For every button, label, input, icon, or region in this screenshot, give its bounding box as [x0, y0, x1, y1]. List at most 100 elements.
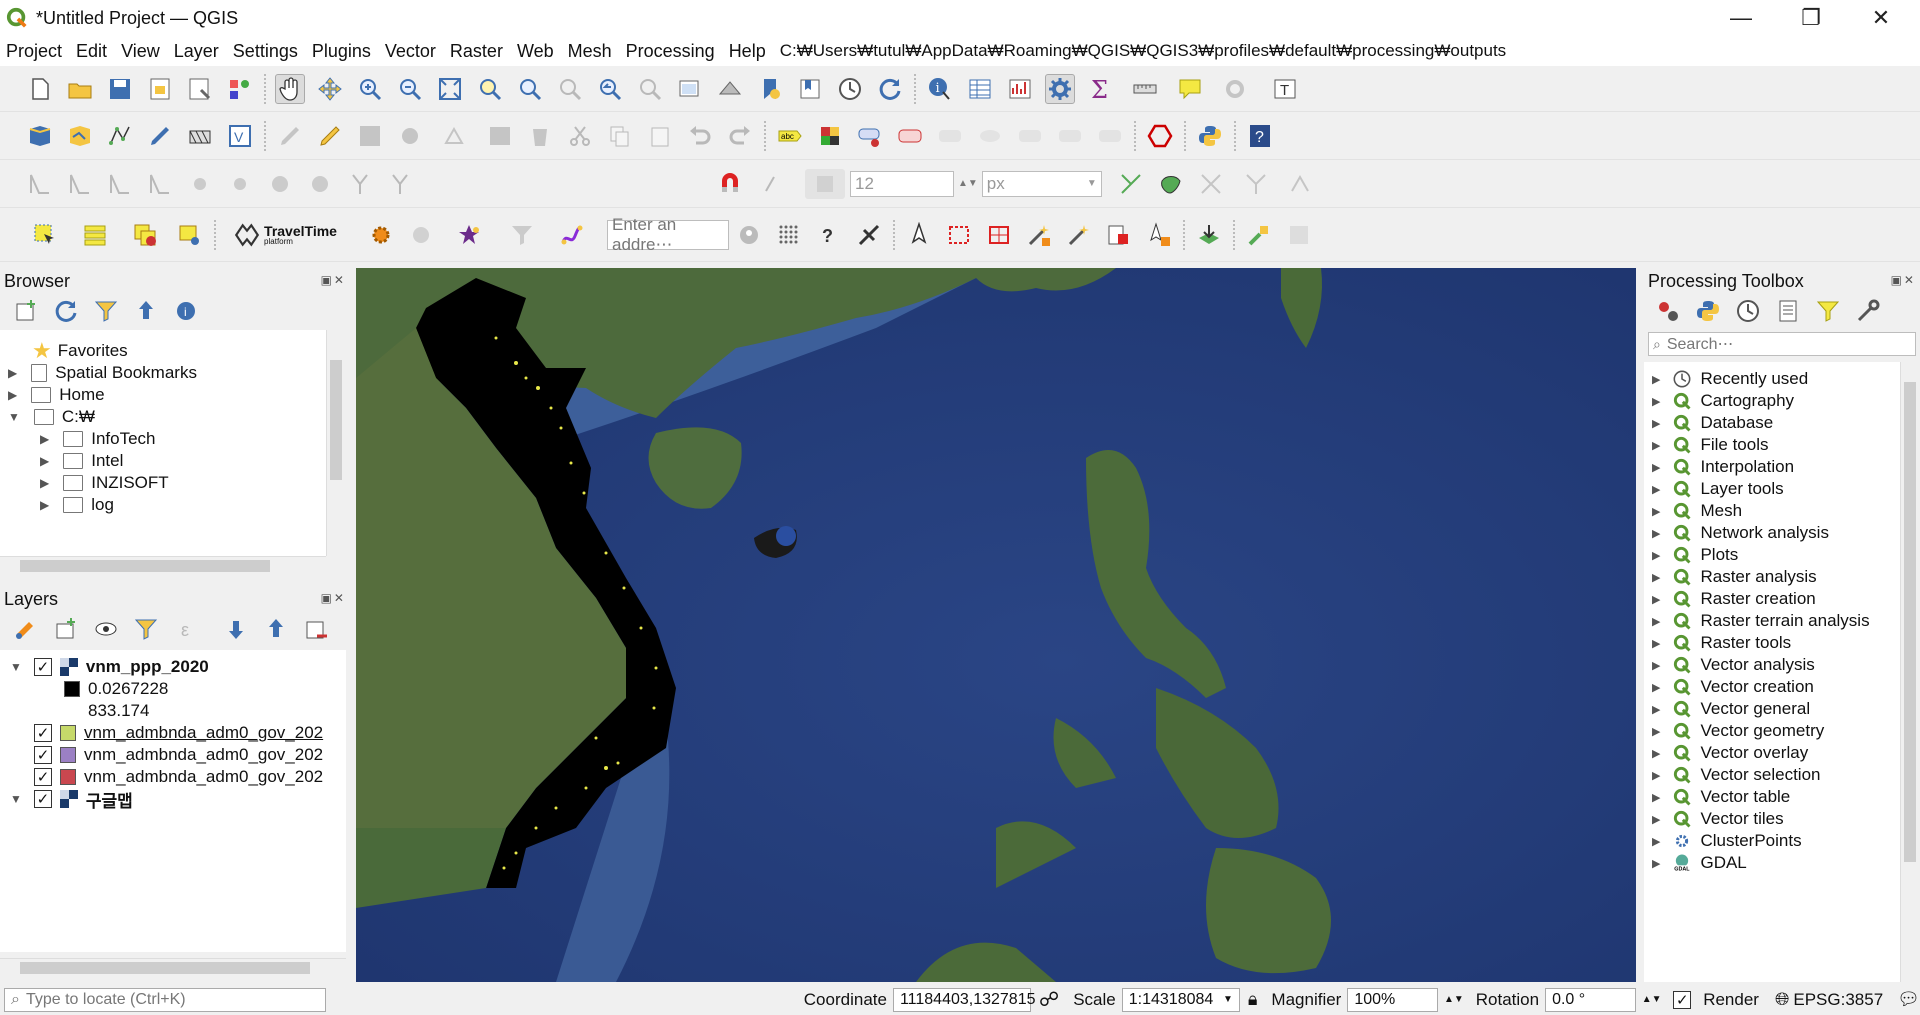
new-project-icon[interactable]: [25, 74, 55, 104]
deselect-features-icon[interactable]: [125, 220, 165, 250]
rotate-label-icon[interactable]: [1015, 121, 1045, 151]
label-toolbar-icon[interactable]: abc: [775, 121, 805, 151]
zoom-native-icon[interactable]: [555, 74, 585, 104]
toolbox-group-item[interactable]: ▶ Vector creation: [1652, 676, 1814, 698]
advanced-digitize-8-icon[interactable]: [305, 169, 335, 199]
shape-digitize-icon[interactable]: [1145, 121, 1175, 151]
add-group-icon[interactable]: [51, 614, 81, 644]
advanced-digitize-3-icon[interactable]: [105, 169, 135, 199]
measure-tool-icon[interactable]: [854, 220, 884, 250]
style-layer-icon[interactable]: [11, 614, 41, 644]
plugin-disabled-icon[interactable]: [1284, 220, 1314, 250]
layer-visibility-checkbox[interactable]: ✓: [34, 768, 52, 786]
menu-settings[interactable]: Settings: [233, 41, 298, 62]
refresh-icon[interactable]: [875, 74, 905, 104]
topological-editing-icon[interactable]: [1116, 169, 1146, 199]
layer-row[interactable]: ✓ vnm_admbnda_adm0_gov_202: [34, 744, 323, 766]
show-bookmarks-icon[interactable]: [795, 74, 825, 104]
sigma-statistics-icon[interactable]: Σ: [1085, 74, 1115, 104]
settings-dropdown-icon[interactable]: [1215, 74, 1255, 104]
toolbox-group-item[interactable]: ▶ Cartography: [1652, 390, 1794, 412]
advanced-digitize-4-icon[interactable]: [145, 169, 175, 199]
browser-item[interactable]: ▶ InfoTech: [40, 428, 156, 450]
filter-expression-icon[interactable]: ε: [171, 614, 211, 644]
help-icon[interactable]: ?: [1245, 121, 1275, 151]
paste-features-icon[interactable]: [645, 121, 675, 151]
snapping-mode-icon[interactable]: [755, 169, 795, 199]
browser-scrollbar-h[interactable]: [0, 556, 326, 574]
add-vector-layer-icon[interactable]: [65, 121, 95, 151]
label-highlight-icon[interactable]: [895, 121, 925, 151]
toolbox-group-item[interactable]: ▶ Vector analysis: [1652, 654, 1815, 676]
panel-float-close-icon[interactable]: ▣✕: [321, 273, 346, 287]
advanced-digitize-7-icon[interactable]: [265, 169, 295, 199]
tolerance-spin-icon[interactable]: ▲▼: [958, 178, 978, 189]
toolbox-group-item[interactable]: ▶ Vector table: [1652, 786, 1790, 808]
zoom-out-icon[interactable]: [395, 74, 425, 104]
close-button[interactable]: ✕: [1848, 0, 1914, 36]
refresh-browser-icon[interactable]: [51, 296, 81, 326]
browser-item[interactable]: ▶ Home: [8, 384, 105, 406]
toolbox-group-item[interactable]: ▶ Raster analysis: [1652, 566, 1817, 588]
messages-icon[interactable]: 💬︎: [1897, 989, 1920, 1010]
toolbox-group-item[interactable]: ▶ Vector overlay: [1652, 742, 1808, 764]
tracing-icon[interactable]: [1236, 169, 1276, 199]
open-attribute-table-icon[interactable]: [965, 74, 995, 104]
menu-raster[interactable]: Raster: [450, 41, 503, 62]
identify-features-icon[interactable]: i: [925, 74, 955, 104]
toolbox-group-item[interactable]: ▶ Raster terrain analysis: [1652, 610, 1870, 632]
show-hide-label-icon[interactable]: [975, 121, 1005, 151]
rotation-spin-icon[interactable]: ▲▼: [1642, 994, 1662, 1005]
menu-mesh[interactable]: Mesh: [568, 41, 612, 62]
layer-visibility-checkbox[interactable]: ✓: [34, 724, 52, 742]
browser-item[interactable]: ▶ Intel: [40, 450, 123, 472]
render-checkbox[interactable]: ✓: [1673, 990, 1692, 1009]
cut-features-icon[interactable]: [565, 121, 595, 151]
toolbox-group-item[interactable]: ▶ Layer tools: [1652, 478, 1784, 500]
zoom-full-icon[interactable]: [435, 74, 465, 104]
new-print-layout-icon[interactable]: [145, 74, 175, 104]
plugin-tool-icon[interactable]: [1244, 220, 1274, 250]
sparkle-wand-icon[interactable]: [1064, 220, 1094, 250]
layer-row[interactable]: ✓ vnm_admbnda_adm0_gov_202: [34, 722, 323, 744]
zoom-to-selection-icon[interactable]: [475, 74, 505, 104]
manage-visibility-icon[interactable]: [91, 614, 121, 644]
toolbox-group-item[interactable]: ▶ Plots: [1652, 544, 1738, 566]
delete-selected-icon[interactable]: [525, 121, 555, 151]
toolbox-search-input[interactable]: ⌕ Search⋯: [1648, 332, 1916, 356]
copy-features-icon[interactable]: [605, 121, 635, 151]
rotation-field[interactable]: 0.0 °: [1545, 987, 1636, 1012]
download-layer-icon[interactable]: [1194, 220, 1224, 250]
pan-to-selection-icon[interactable]: [315, 74, 345, 104]
magnifier-field[interactable]: 100%: [1347, 987, 1438, 1012]
zoom-next-icon[interactable]: [635, 74, 665, 104]
layer-row[interactable]: ▼ ✓ 구글맵: [10, 788, 133, 811]
save-edits-icon[interactable]: [355, 121, 385, 151]
menu-view[interactable]: View: [121, 41, 160, 62]
pen-icon[interactable]: [145, 121, 175, 151]
layer-row[interactable]: ✓ vnm_admbnda_adm0_gov_202: [34, 766, 323, 788]
move-label-icon[interactable]: [935, 121, 965, 151]
locator-input[interactable]: ⌕ Type to locate (Ctrl+K): [4, 987, 327, 1012]
snapping-options-icon[interactable]: [1286, 169, 1316, 199]
current-edits-icon[interactable]: [275, 121, 305, 151]
traveltime-disabled-icon[interactable]: [406, 220, 436, 250]
snapping-tolerance-input[interactable]: 12: [850, 170, 954, 197]
plugin-star-icon[interactable]: [446, 220, 492, 250]
grid-select-icon[interactable]: [984, 220, 1014, 250]
map-canvas[interactable]: [356, 268, 1636, 982]
layout-export-icon[interactable]: [1104, 220, 1134, 250]
toolbox-group-item[interactable]: ▶ Interpolation: [1652, 456, 1794, 478]
menu-vector[interactable]: Vector: [385, 41, 436, 62]
coordinate-field[interactable]: 11184403,1327815: [892, 987, 1036, 1012]
data-source-manager-icon[interactable]: [25, 121, 55, 151]
new-3d-map-view-icon[interactable]: [715, 74, 745, 104]
menu-processing[interactable]: Processing: [626, 41, 715, 62]
text-annotation-icon[interactable]: T: [1265, 74, 1305, 104]
toolbox-group-item[interactable]: ▶ Network analysis: [1652, 522, 1829, 544]
style-manager-icon[interactable]: [225, 74, 255, 104]
toolbox-group-item[interactable]: ▶ Vector geometry: [1652, 720, 1824, 742]
toolbox-scrollbar-v[interactable]: [1900, 362, 1918, 982]
north-export-icon[interactable]: [1144, 220, 1174, 250]
virtual-layer-icon[interactable]: V: [225, 121, 255, 151]
